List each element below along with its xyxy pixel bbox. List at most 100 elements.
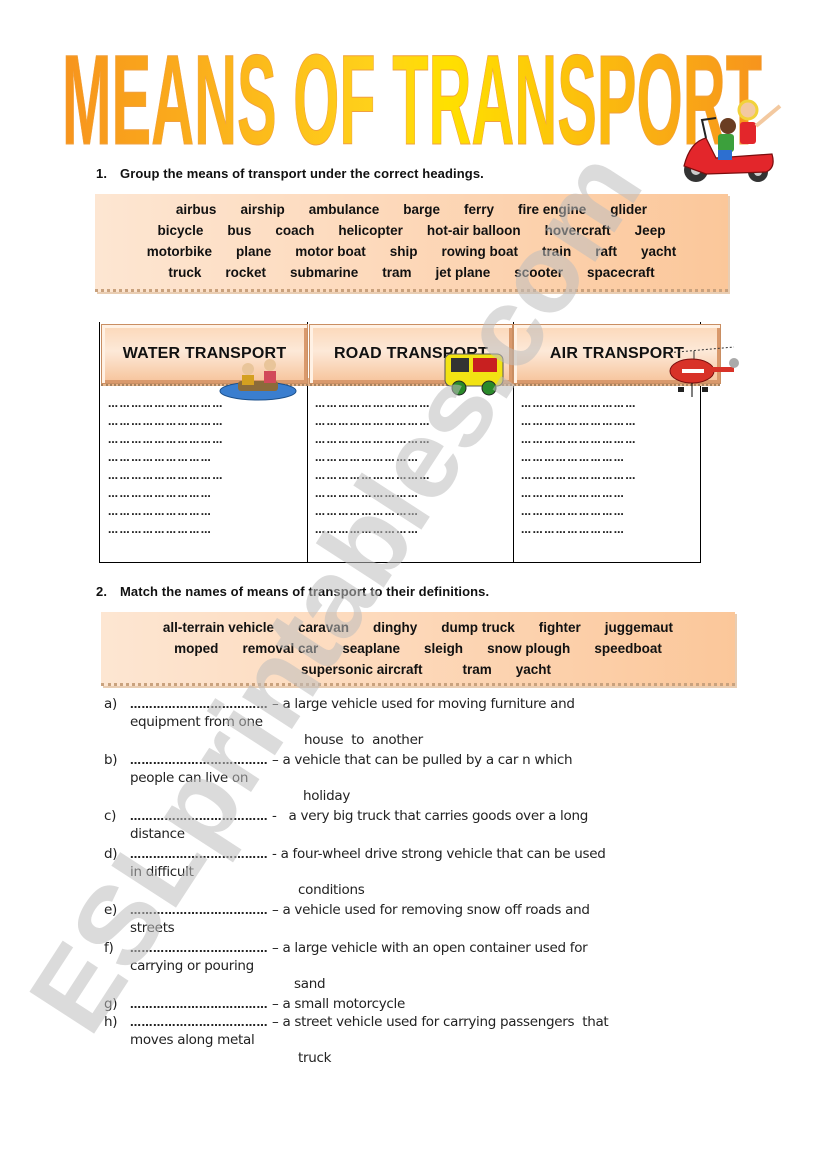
word-bank-item: ferry <box>464 202 495 217</box>
answer-line[interactable]: ………………………… <box>108 468 224 486</box>
answer-line[interactable]: ……………………… <box>315 450 431 468</box>
definition-item: d) ……………………………… - a four-wheel drive stro… <box>104 845 606 865</box>
answer-line[interactable]: ………………………… <box>521 396 637 414</box>
word-bank-item: ambulance <box>308 202 380 217</box>
word-bank-item: airbus <box>175 202 217 217</box>
answer-line[interactable]: ……………………… <box>521 522 637 540</box>
word-bank-item: removal car <box>242 641 319 656</box>
answer-line[interactable]: ………………………… <box>521 468 637 486</box>
answer-line[interactable]: ……………………… <box>521 450 637 468</box>
definition-letter: e) <box>104 902 117 918</box>
answer-line[interactable]: ………………………… <box>315 468 431 486</box>
answer-blank[interactable]: ……………………………… <box>130 698 268 711</box>
title-text: MEANS OF TRANSPORT <box>62 40 762 148</box>
answer-line[interactable]: ………………………… <box>108 432 224 450</box>
definition-separator: – <box>272 696 279 712</box>
section2-number: 2. <box>96 584 108 599</box>
answer-line[interactable]: ……………………… <box>521 504 637 522</box>
word-bank-item: coach <box>275 223 315 238</box>
word-bank-row: moped removal car seaplane sleigh snow ploug… <box>101 638 735 659</box>
answer-line[interactable]: ……………………… <box>108 522 224 540</box>
word-bank-item: scooter <box>514 265 564 280</box>
answer-line[interactable]: ………………………… <box>521 414 637 432</box>
water-answer-lines[interactable]: …………………………………………………………………………………………………………… <box>108 396 224 540</box>
answer-line[interactable]: ………………………… <box>108 396 224 414</box>
air-answer-lines[interactable]: …………………………………………………………………………………………………………… <box>521 396 637 540</box>
definition-separator: – <box>272 940 279 956</box>
answer-line[interactable]: ……………………… <box>315 522 431 540</box>
answer-line[interactable]: ……………………… <box>315 486 431 504</box>
definition-continuation: in difficult <box>130 864 194 880</box>
definition-separator: – <box>272 902 279 918</box>
definition-text: a vehicle that can be pulled by a car n … <box>282 752 573 768</box>
definition-item: b) ……………………………… – a vehicle that can be p… <box>104 751 573 771</box>
word-bank-item: helicopter <box>338 223 403 238</box>
answer-line[interactable]: ………………………… <box>315 414 431 432</box>
worksheet-title: MEANS OF TRANSPORT <box>62 29 763 173</box>
definition-item: c) ……………………………… - a very big truck that c… <box>104 807 588 827</box>
answer-line[interactable]: ……………………… <box>108 486 224 504</box>
word-bank-item: bus <box>227 223 252 238</box>
road-answer-lines[interactable]: …………………………………………………………………………………………………………… <box>315 396 431 540</box>
definition-letter: f) <box>104 940 114 956</box>
definition-text: a large vehicle used for moving furnitur… <box>282 696 575 712</box>
answer-line[interactable]: ……………………… <box>521 486 637 504</box>
word-bank-item: all-terrain vehicle <box>162 620 274 635</box>
word-bank-item: barge <box>403 202 440 217</box>
answer-line[interactable]: ………………………… <box>108 414 224 432</box>
definition-text: a vehicle used for removing snow off roa… <box>282 902 590 918</box>
section1-number: 1. <box>96 166 108 181</box>
word-bank-item: speedboat <box>594 641 662 656</box>
definition-continuation: conditions <box>298 882 365 898</box>
definition-separator: – <box>272 752 279 768</box>
word-bank-row: truck rocket submarine tram jet plane scooter… <box>95 262 728 283</box>
word-bank-item: motorbike <box>146 244 212 259</box>
word-bank-item: fire engine <box>518 202 587 217</box>
word-bank-row: all-terrain vehicle caravan dinghy dump tru… <box>101 617 735 638</box>
answer-line[interactable]: ……………………… <box>315 504 431 522</box>
definition-continuation: sand <box>294 976 326 992</box>
word-bank-item: glider <box>610 202 648 217</box>
word-bank-item: rowing boat <box>441 244 518 259</box>
word-bank-item: fighter <box>538 620 581 635</box>
answer-blank[interactable]: ……………………………… <box>130 998 268 1011</box>
word-bank-item: ship <box>389 244 418 259</box>
answer-blank[interactable]: ……………………………… <box>130 754 268 767</box>
word-bank-item: yacht <box>515 662 552 677</box>
definition-continuation: truck <box>298 1050 332 1066</box>
definition-separator: - <box>272 846 277 862</box>
definition-separator: - <box>272 808 277 824</box>
definition-letter: b) <box>104 752 118 768</box>
section2-word-bank: all-terrain vehicle caravan dinghy dump tru… <box>101 612 735 686</box>
answer-line[interactable]: ………………………… <box>315 432 431 450</box>
answer-blank[interactable]: ……………………………… <box>130 904 268 917</box>
definition-item: a) ……………………………… – a large vehicle used fo… <box>104 695 575 715</box>
word-bank-item: moped <box>174 641 219 656</box>
definition-item: f) ……………………………… – a large vehicle with an… <box>104 939 588 959</box>
word-bank-item: truck <box>168 265 202 280</box>
word-bank-item: spacecraft <box>587 265 655 280</box>
answer-line[interactable]: ………………………… <box>315 396 431 414</box>
answer-blank[interactable]: ……………………………… <box>130 942 268 955</box>
word-bank-item: seaplane <box>342 641 401 656</box>
definition-letter: g) <box>104 996 118 1012</box>
section2-instruction: 2. Match the names of means of transport … <box>96 584 489 599</box>
answer-line[interactable]: ……………………… <box>108 450 224 468</box>
definition-separator: – <box>272 1014 279 1030</box>
definition-continuation: holiday <box>303 788 351 804</box>
word-bank-item: dump truck <box>441 620 515 635</box>
definition-continuation: people can live on <box>130 770 249 786</box>
helicopter-illustration <box>664 343 742 399</box>
definition-text: a large vehicle with an open container u… <box>282 940 588 956</box>
section1-instruction-text: Group the means of transport under the c… <box>120 166 484 181</box>
definition-letter: h) <box>104 1014 118 1030</box>
answer-line[interactable]: ……………………… <box>108 504 224 522</box>
word-bank-item: snow plough <box>487 641 571 656</box>
answer-blank[interactable]: ……………………………… <box>130 1016 268 1029</box>
answer-blank[interactable]: ……………………………… <box>130 810 268 823</box>
word-bank-item: hot-air balloon <box>426 223 521 238</box>
definition-letter: c) <box>104 808 117 824</box>
answer-blank[interactable]: ……………………………… <box>130 848 268 861</box>
answer-line[interactable]: ………………………… <box>521 432 637 450</box>
word-bank-item: hovercraft <box>544 223 611 238</box>
